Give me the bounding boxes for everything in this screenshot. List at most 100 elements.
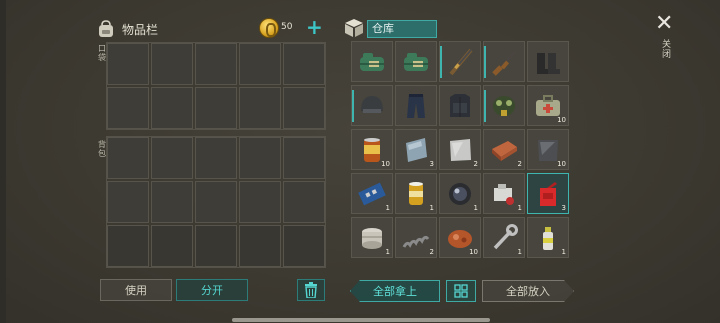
warehouse-slot[interactable]: 2 xyxy=(395,217,437,258)
warehouse-slot[interactable]: 10 xyxy=(527,129,569,170)
warehouse-slot[interactable] xyxy=(439,85,481,126)
gas-can-icon xyxy=(540,182,557,206)
close-label[interactable]: 关闭 xyxy=(662,40,672,60)
backpack-slot[interactable] xyxy=(239,181,281,223)
spray-can-icon xyxy=(543,227,553,250)
warehouse-slot[interactable] xyxy=(483,85,525,126)
backpack-slot[interactable] xyxy=(283,181,325,223)
warehouse-slot[interactable]: 1 xyxy=(439,173,481,214)
glass-sheet-icon xyxy=(406,138,427,162)
item-count: 1 xyxy=(517,248,522,256)
use-button[interactable]: 使用 xyxy=(100,279,172,301)
backpack-slot[interactable] xyxy=(151,137,193,179)
warehouse-slot[interactable]: 3 xyxy=(527,173,569,214)
warehouse-slot[interactable] xyxy=(439,41,481,82)
backpack-slot[interactable] xyxy=(195,181,237,223)
pocket-slot[interactable] xyxy=(239,87,281,129)
warehouse-slot[interactable]: 10 xyxy=(351,129,393,170)
tab-warehouse[interactable]: 仓库 xyxy=(367,20,437,38)
warehouse-slot[interactable]: 1 xyxy=(395,173,437,214)
grid-sort-icon xyxy=(454,284,468,298)
warehouse-slot[interactable]: 1 xyxy=(483,217,525,258)
backpack-slot[interactable] xyxy=(239,225,281,267)
slot-highlight xyxy=(484,46,486,78)
backpack-slot[interactable] xyxy=(195,137,237,179)
item-count: 3 xyxy=(429,160,434,168)
warehouse-slot[interactable] xyxy=(483,41,525,82)
warehouse-slot[interactable]: 2 xyxy=(439,129,481,170)
backpack-slot[interactable] xyxy=(283,137,325,179)
tactical-pants-icon xyxy=(407,94,425,118)
pocket-slot[interactable] xyxy=(239,43,281,85)
item-count: 10 xyxy=(557,160,566,168)
item-count: 1 xyxy=(517,204,522,212)
warehouse-slot[interactable]: 10 xyxy=(439,217,481,258)
pocket-slot[interactable] xyxy=(151,43,193,85)
warehouse-slot[interactable]: 1 xyxy=(527,217,569,258)
spring-icon xyxy=(402,235,430,248)
inventory-screen: 物品栏 50 + 口袋 背包 使用 分开 仓库 ✕ 关闭 10 10 3 2 2 10 1 1… xyxy=(0,0,720,323)
backpack-slot[interactable] xyxy=(107,181,149,223)
boots-icon xyxy=(537,53,560,74)
pocket-slot[interactable] xyxy=(107,87,149,129)
add-coins-button[interactable]: + xyxy=(306,15,323,39)
warehouse-slot[interactable]: 10 xyxy=(527,85,569,126)
warehouse-box-icon xyxy=(345,19,363,37)
backpack-slot[interactable] xyxy=(239,137,281,179)
inventory-title: 物品栏 xyxy=(122,22,159,37)
warehouse-slot[interactable] xyxy=(527,41,569,82)
slot-highlight xyxy=(440,46,442,78)
sort-button[interactable] xyxy=(446,280,476,302)
backpack-slot[interactable] xyxy=(283,225,325,267)
item-count: 1 xyxy=(385,248,390,256)
engine-part-icon xyxy=(494,184,514,205)
item-count: 10 xyxy=(557,116,566,124)
item-count: 2 xyxy=(517,160,522,168)
screen-edge xyxy=(0,0,6,323)
pocket-slot[interactable] xyxy=(195,87,237,129)
slot-highlight xyxy=(484,90,486,122)
warehouse-slot[interactable]: 1 xyxy=(351,217,393,258)
split-button[interactable]: 分开 xyxy=(176,279,248,301)
home-indicator xyxy=(232,318,490,322)
backpack-slot[interactable] xyxy=(195,225,237,267)
pocket-grid xyxy=(107,43,325,129)
take-all-button[interactable]: 全部拿上 xyxy=(350,280,440,302)
item-count: 2 xyxy=(429,248,434,256)
brick-icon xyxy=(492,141,517,161)
item-count: 1 xyxy=(473,204,478,212)
pocket-slot[interactable] xyxy=(151,87,193,129)
pocket-slot[interactable] xyxy=(283,43,325,85)
warehouse-slot[interactable]: 1 xyxy=(483,173,525,214)
duffel-bag-icon xyxy=(404,53,428,71)
assault-rifle-icon xyxy=(492,49,518,76)
pocket-slot[interactable] xyxy=(195,43,237,85)
coin-count: 50 xyxy=(281,22,293,32)
put-all-button[interactable]: 全部放入 xyxy=(482,280,574,302)
pocket-slot[interactable] xyxy=(283,87,325,129)
pocket-slot[interactable] xyxy=(107,43,149,85)
backpack-grid xyxy=(107,137,325,267)
backpack-icon xyxy=(99,20,113,37)
circuit-board-icon xyxy=(358,182,386,206)
warehouse-slot[interactable]: 3 xyxy=(395,129,437,170)
warehouse-slot[interactable] xyxy=(395,85,437,126)
item-count: 1 xyxy=(561,248,566,256)
slot-highlight xyxy=(352,90,354,122)
warehouse-slot[interactable] xyxy=(351,85,393,126)
warehouse-slot[interactable]: 1 xyxy=(351,173,393,214)
backpack-slot[interactable] xyxy=(107,225,149,267)
warehouse-slot[interactable] xyxy=(351,41,393,82)
wrench-icon xyxy=(493,224,518,250)
duffel-bag-icon xyxy=(360,53,384,71)
coin-icon xyxy=(259,18,279,38)
backpack-slot[interactable] xyxy=(151,181,193,223)
warehouse-slot[interactable] xyxy=(395,41,437,82)
trash-button[interactable] xyxy=(297,279,325,301)
close-icon[interactable]: ✕ xyxy=(655,11,673,36)
backpack-slot[interactable] xyxy=(151,225,193,267)
backpack-slot[interactable] xyxy=(107,137,149,179)
warehouse-slot[interactable]: 2 xyxy=(483,129,525,170)
metal-plate-icon xyxy=(450,139,471,161)
item-count: 10 xyxy=(381,160,390,168)
